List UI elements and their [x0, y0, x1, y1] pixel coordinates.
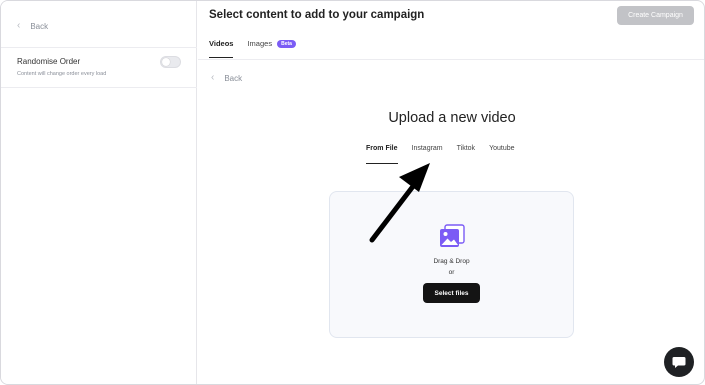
- beta-badge: Beta: [277, 39, 296, 48]
- app-frame: ‹ Back Randomise Order Content will chan…: [0, 0, 705, 385]
- tab-from-file[interactable]: From File: [366, 145, 398, 164]
- tab-instagram[interactable]: Instagram: [412, 145, 443, 164]
- main-panel: Select content to add to your campaign C…: [198, 1, 704, 384]
- chat-button[interactable]: [664, 347, 694, 377]
- drag-drop-text: Drag & Drop: [433, 258, 470, 265]
- toggle-knob: [162, 58, 170, 66]
- tabs-divider: [198, 59, 704, 60]
- select-files-button[interactable]: Select files: [423, 283, 480, 303]
- page-title: Select content to add to your campaign: [209, 9, 425, 21]
- upload-title: Upload a new video: [388, 110, 516, 126]
- sidebar: ‹ Back Randomise Order Content will chan…: [1, 1, 197, 384]
- file-dropzone[interactable]: Drag & Drop or Select files: [329, 191, 574, 338]
- tab-videos[interactable]: Videos: [209, 39, 234, 58]
- create-campaign-button[interactable]: Create Campaign: [617, 6, 694, 25]
- sidebar-back-link[interactable]: ‹ Back: [17, 21, 48, 31]
- tab-youtube[interactable]: Youtube: [489, 145, 514, 164]
- randomise-order-title: Randomise Order: [17, 57, 81, 66]
- randomise-order-toggle[interactable]: [160, 56, 181, 68]
- chat-bubble-icon: [672, 356, 686, 368]
- main-back-link[interactable]: ‹ Back: [211, 73, 242, 83]
- main-back-label: Back: [224, 73, 243, 83]
- tab-videos-label: Videos: [209, 39, 234, 48]
- content-type-tabs: Videos Images Beta: [209, 39, 296, 58]
- image-stack-icon: [440, 224, 465, 247]
- chevron-left-icon: ‹: [17, 20, 21, 31]
- or-text: or: [448, 269, 455, 276]
- sidebar-divider: [1, 47, 197, 48]
- randomise-order-subtitle: Content will change order every load: [17, 71, 107, 77]
- source-tabs: From File Instagram Tiktok Youtube: [366, 145, 515, 164]
- chevron-left-icon: ‹: [211, 72, 215, 83]
- tab-tiktok[interactable]: Tiktok: [457, 145, 475, 164]
- sidebar-back-label: Back: [30, 21, 49, 31]
- tab-images-label: Images: [247, 39, 273, 48]
- tab-images[interactable]: Images Beta: [247, 39, 296, 58]
- sidebar-divider: [1, 87, 197, 88]
